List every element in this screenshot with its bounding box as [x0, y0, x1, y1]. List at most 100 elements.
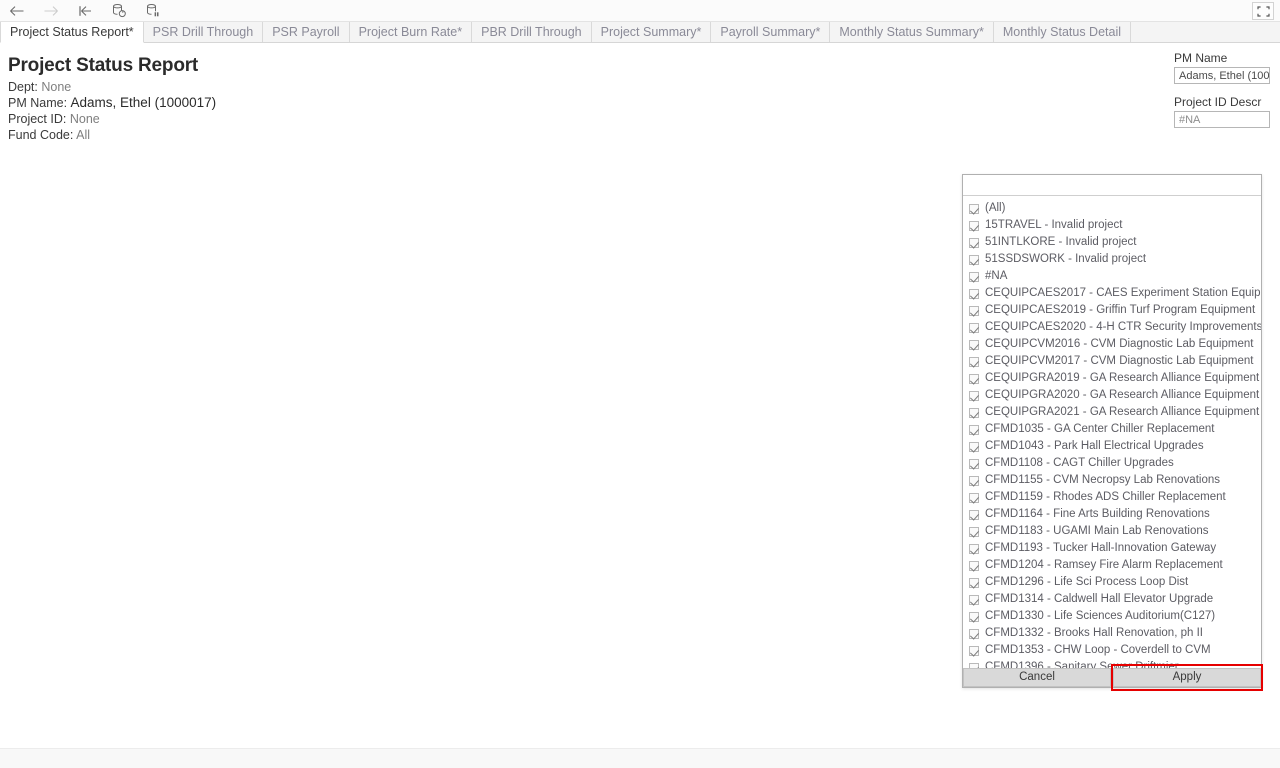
checkbox-checked-icon[interactable] [969, 577, 979, 588]
list-item[interactable]: CFMD1193 - Tucker Hall-Innovation Gatewa… [969, 540, 1261, 557]
list-item[interactable]: CFMD1330 - Life Sciences Auditorium(C127… [969, 608, 1261, 625]
cancel-button[interactable]: Cancel [963, 668, 1111, 687]
list-item[interactable]: CFMD1204 - Ramsey Fire Alarm Replacement [969, 557, 1261, 574]
checkbox-checked-icon[interactable] [969, 407, 979, 418]
checkbox-checked-icon[interactable] [969, 594, 979, 605]
list-item-label: CFMD1183 - UGAMI Main Lab Renovations [985, 524, 1209, 537]
checkbox-checked-icon[interactable] [969, 305, 979, 316]
refresh-data-source-icon[interactable] [102, 0, 136, 22]
checkbox-checked-icon[interactable] [969, 560, 979, 571]
worksheet-tab-bar: Project Status Report* PSR Drill Through P… [0, 22, 1280, 43]
checkbox-checked-icon[interactable] [969, 645, 979, 656]
checkbox-checked-icon[interactable] [969, 390, 979, 401]
list-item[interactable]: #NA [969, 268, 1261, 285]
list-item-label: #NA [985, 269, 1008, 282]
fullscreen-icon[interactable] [1252, 2, 1274, 20]
list-item[interactable]: CFMD1353 - CHW Loop - Coverdell to CVM [969, 642, 1261, 659]
checkbox-checked-icon[interactable] [969, 220, 979, 231]
report-header: Project Status Report Dept: None PM Name:… [8, 55, 216, 143]
list-item-label: CFMD1164 - Fine Arts Building Renovation… [985, 507, 1210, 520]
list-item-label: CFMD1353 - CHW Loop - Coverdell to CVM [985, 643, 1211, 656]
filter-card-pm-name: PM Name Adams, Ethel (100 [1174, 51, 1270, 84]
filter-value-project-id-descr[interactable]: #NA [1174, 111, 1270, 128]
checkbox-checked-icon[interactable] [969, 339, 979, 350]
list-item-label: CFMD1108 - CAGT Chiller Upgrades [985, 456, 1174, 469]
list-item[interactable]: CEQUIPCVM2016 - CVM Diagnostic Lab Equip… [969, 336, 1261, 353]
page-title: Project Status Report [8, 55, 199, 76]
dropdown-checkbox-list[interactable]: (All) 15TRAVEL - Invalid project 51INTLKOR… [963, 196, 1261, 668]
checkbox-checked-icon[interactable] [969, 203, 979, 214]
list-item[interactable]: CFMD1332 - Brooks Hall Renovation, ph II [969, 625, 1261, 642]
list-item[interactable]: CFMD1035 - GA Center Chiller Replacement [969, 421, 1261, 438]
list-item[interactable]: CFMD1159 - Rhodes ADS Chiller Replacemen… [969, 489, 1261, 506]
tab-psr-payroll[interactable]: PSR Payroll [263, 22, 350, 42]
tab-monthly-status-detail[interactable]: Monthly Status Detail [993, 22, 1131, 42]
list-item[interactable]: CFMD1108 - CAGT Chiller Upgrades [969, 455, 1261, 472]
tab-project-status-report[interactable]: Project Status Report* [0, 22, 144, 43]
apply-button[interactable]: Apply [1113, 668, 1261, 687]
list-item-label: CEQUIPCVM2016 - CVM Diagnostic Lab Equip… [985, 337, 1254, 350]
list-item[interactable]: CEQUIPGRA2020 - GA Research Alliance Equ… [969, 387, 1261, 404]
list-item[interactable]: CEQUIPGRA2021 - GA Research Alliance Equ… [969, 404, 1261, 421]
back-arrow-icon[interactable] [0, 0, 34, 22]
checkbox-checked-icon[interactable] [969, 611, 979, 622]
checkbox-checked-icon[interactable] [969, 441, 979, 452]
checkbox-checked-icon[interactable] [969, 373, 979, 384]
list-item[interactable]: CFMD1396 - Sanitary Sewer Driftmier [969, 659, 1261, 668]
list-item[interactable]: CEQUIPCAES2019 - Griffin Turf Program Eq… [969, 302, 1261, 319]
list-item-label: CEQUIPCAES2017 - CAES Experiment Station… [985, 286, 1261, 299]
list-item[interactable]: CFMD1296 - Life Sci Process Loop Dist [969, 574, 1261, 591]
checkbox-checked-icon[interactable] [969, 475, 979, 486]
list-item[interactable]: CFMD1043 - Park Hall Electrical Upgrades [969, 438, 1261, 455]
tab-monthly-status-summary[interactable]: Monthly Status Summary* [830, 22, 994, 42]
checkbox-checked-icon[interactable] [969, 254, 979, 265]
report-meta-row: PM Name: Adams, Ethel (1000017) [8, 95, 216, 111]
tab-project-summary[interactable]: Project Summary* [591, 22, 712, 42]
filter-card-project-id-descr: Project ID Descr #NA [1174, 95, 1270, 128]
list-item[interactable]: CEQUIPCAES2017 - CAES Experiment Station… [969, 285, 1261, 302]
list-item-label: (All) [985, 201, 1006, 214]
pause-auto-update-icon[interactable] [136, 0, 170, 22]
list-item-label: CFMD1035 - GA Center Chiller Replacement [985, 422, 1215, 435]
checkbox-checked-icon[interactable] [969, 526, 979, 537]
list-item[interactable]: CEQUIPGRA2019 - GA Research Alliance Equ… [969, 370, 1261, 387]
tab-project-burn-rate[interactable]: Project Burn Rate* [349, 22, 473, 42]
checkbox-checked-icon[interactable] [969, 458, 979, 469]
list-item[interactable]: (All) [969, 200, 1261, 217]
list-item-label: CFMD1296 - Life Sci Process Loop Dist [985, 575, 1189, 588]
filter-value-pm-name[interactable]: Adams, Ethel (100 [1174, 67, 1270, 84]
revert-to-start-icon[interactable] [68, 0, 102, 22]
checkbox-checked-icon[interactable] [969, 237, 979, 248]
report-meta-row: Dept: None [8, 79, 216, 95]
tab-pbr-drill-through[interactable]: PBR Drill Through [472, 22, 592, 42]
checkbox-checked-icon[interactable] [969, 424, 979, 435]
tab-psr-drill-through[interactable]: PSR Drill Through [143, 22, 264, 42]
report-meta-value: All [76, 128, 91, 142]
checkbox-checked-icon[interactable] [969, 271, 979, 282]
apply-button-wrap: Apply [1111, 664, 1263, 691]
list-item[interactable]: CFMD1164 - Fine Arts Building Renovation… [969, 506, 1261, 523]
list-item[interactable]: CEQUIPCVM2017 - CVM Diagnostic Lab Equip… [969, 353, 1261, 370]
list-item[interactable]: 51INTLKORE - Invalid project [969, 234, 1261, 251]
list-item[interactable]: CFMD1183 - UGAMI Main Lab Renovations [969, 523, 1261, 540]
report-meta-key: Fund Code: [8, 128, 74, 142]
checkbox-checked-icon[interactable] [969, 628, 979, 639]
list-item[interactable]: 15TRAVEL - Invalid project [969, 217, 1261, 234]
forward-arrow-icon[interactable] [34, 0, 68, 22]
checkbox-checked-icon[interactable] [969, 509, 979, 520]
list-item-label: CFMD1155 - CVM Necropsy Lab Renovations [985, 473, 1220, 486]
list-item[interactable]: CFMD1155 - CVM Necropsy Lab Renovations [969, 472, 1261, 489]
checkbox-checked-icon[interactable] [969, 543, 979, 554]
list-item[interactable]: CEQUIPCAES2020 - 4-H CTR Security Improv… [969, 319, 1261, 336]
list-item-label: CFMD1193 - Tucker Hall-Innovation Gatewa… [985, 541, 1217, 554]
checkbox-checked-icon[interactable] [969, 492, 979, 503]
list-item-label: 51SSDSWORK - Invalid project [985, 252, 1147, 265]
dropdown-search-input[interactable] [963, 175, 1261, 195]
tab-payroll-summary[interactable]: Payroll Summary* [711, 22, 831, 42]
report-meta-key: Project ID: [8, 112, 67, 126]
checkbox-checked-icon[interactable] [969, 322, 979, 333]
list-item[interactable]: CFMD1314 - Caldwell Hall Elevator Upgrad… [969, 591, 1261, 608]
checkbox-checked-icon[interactable] [969, 356, 979, 367]
checkbox-checked-icon[interactable] [969, 288, 979, 299]
list-item[interactable]: 51SSDSWORK - Invalid project [969, 251, 1261, 268]
